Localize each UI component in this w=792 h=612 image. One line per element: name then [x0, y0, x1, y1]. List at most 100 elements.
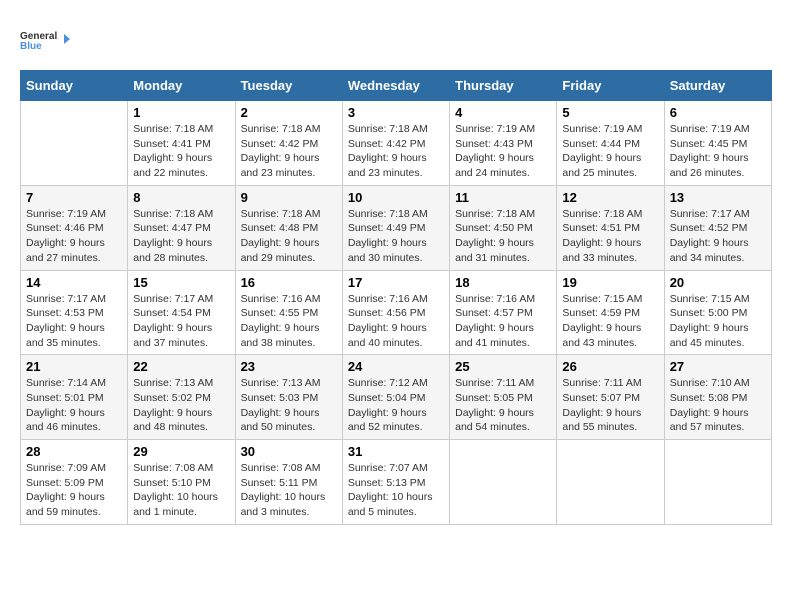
col-header-monday: Monday: [128, 71, 235, 101]
day-info: Sunrise: 7:11 AMSunset: 5:07 PMDaylight:…: [562, 376, 658, 435]
calendar-week-row: 1 Sunrise: 7:18 AMSunset: 4:41 PMDaylight…: [21, 101, 772, 186]
svg-text:General: General: [20, 31, 57, 42]
col-header-wednesday: Wednesday: [342, 71, 449, 101]
day-number: 9: [241, 190, 337, 205]
calendar-week-row: 7 Sunrise: 7:19 AMSunset: 4:46 PMDaylight…: [21, 185, 772, 270]
day-info: Sunrise: 7:15 AMSunset: 5:00 PMDaylight:…: [670, 292, 766, 351]
calendar-cell: 31Sunrise: 7:07 AMSunset: 5:13 PMDayligh…: [342, 440, 449, 525]
day-number: 15: [133, 275, 229, 290]
calendar-cell: [450, 440, 557, 525]
day-number: 25: [455, 359, 551, 374]
day-number: 5: [562, 105, 658, 120]
col-header-sunday: Sunday: [21, 71, 128, 101]
day-info: Sunrise: 7:16 AMSunset: 4:55 PMDaylight:…: [241, 292, 337, 351]
calendar-cell: 14Sunrise: 7:17 AMSunset: 4:53 PMDayligh…: [21, 270, 128, 355]
day-number: 26: [562, 359, 658, 374]
day-info: Sunrise: 7:18 AMSunset: 4:48 PMDaylight:…: [241, 207, 337, 266]
logo: General Blue: [20, 20, 70, 60]
calendar-cell: 6Sunrise: 7:19 AMSunset: 4:45 PMDaylight…: [664, 101, 771, 186]
calendar-week-row: 28Sunrise: 7:09 AMSunset: 5:09 PMDayligh…: [21, 440, 772, 525]
calendar-cell: 18Sunrise: 7:16 AMSunset: 4:57 PMDayligh…: [450, 270, 557, 355]
day-number: 3: [348, 105, 444, 120]
day-info: Sunrise: 7:15 AMSunset: 4:59 PMDaylight:…: [562, 292, 658, 351]
day-number: 22: [133, 359, 229, 374]
calendar-cell: 15 Sunrise: 7:17 AMSunset: 4:54 PMDayligh…: [128, 270, 235, 355]
calendar-cell: 5 Sunrise: 7:19 AMSunset: 4:44 PMDaylight…: [557, 101, 664, 186]
calendar-week-row: 21 Sunrise: 7:14 AMSunset: 5:01 PMDayligh…: [21, 355, 772, 440]
day-number: 24: [348, 359, 444, 374]
day-info: Sunrise: 7:17 AMSunset: 4:53 PMDaylight:…: [26, 292, 122, 351]
calendar-header-row: SundayMondayTuesdayWednesdayThursdayFrid…: [21, 71, 772, 101]
day-info: Sunrise: 7:18 AMSunset: 4:42 PMDaylight:…: [241, 122, 337, 181]
calendar-cell: 26 Sunrise: 7:11 AMSunset: 5:07 PMDayligh…: [557, 355, 664, 440]
calendar-cell: 4 Sunrise: 7:19 AMSunset: 4:43 PMDaylight…: [450, 101, 557, 186]
day-number: 19: [562, 275, 658, 290]
col-header-tuesday: Tuesday: [235, 71, 342, 101]
calendar-cell: 23Sunrise: 7:13 AMSunset: 5:03 PMDayligh…: [235, 355, 342, 440]
day-info: Sunrise: 7:14 AMSunset: 5:01 PMDaylight:…: [26, 376, 122, 435]
page-header: General Blue: [20, 20, 772, 60]
calendar-cell: 20Sunrise: 7:15 AMSunset: 5:00 PMDayligh…: [664, 270, 771, 355]
day-number: 18: [455, 275, 551, 290]
day-info: Sunrise: 7:18 AMSunset: 4:49 PMDaylight:…: [348, 207, 444, 266]
day-info: Sunrise: 7:19 AMSunset: 4:44 PMDaylight:…: [562, 122, 658, 181]
day-info: Sunrise: 7:16 AMSunset: 4:56 PMDaylight:…: [348, 292, 444, 351]
calendar-cell: 19 Sunrise: 7:15 AMSunset: 4:59 PMDayligh…: [557, 270, 664, 355]
calendar-cell: 9 Sunrise: 7:18 AMSunset: 4:48 PMDaylight…: [235, 185, 342, 270]
calendar-table: SundayMondayTuesdayWednesdayThursdayFrid…: [20, 70, 772, 525]
day-number: 29: [133, 444, 229, 459]
day-number: 2: [241, 105, 337, 120]
day-number: 21: [26, 359, 122, 374]
day-info: Sunrise: 7:18 AMSunset: 4:42 PMDaylight:…: [348, 122, 444, 181]
day-info: Sunrise: 7:19 AMSunset: 4:46 PMDaylight:…: [26, 207, 122, 266]
calendar-cell: 22 Sunrise: 7:13 AMSunset: 5:02 PMDayligh…: [128, 355, 235, 440]
logo-svg: General Blue: [20, 20, 70, 60]
calendar-cell: [664, 440, 771, 525]
calendar-week-row: 14Sunrise: 7:17 AMSunset: 4:53 PMDayligh…: [21, 270, 772, 355]
day-number: 17: [348, 275, 444, 290]
day-number: 10: [348, 190, 444, 205]
day-number: 28: [26, 444, 122, 459]
calendar-cell: 10 Sunrise: 7:18 AMSunset: 4:49 PMDayligh…: [342, 185, 449, 270]
calendar-cell: 1 Sunrise: 7:18 AMSunset: 4:41 PMDaylight…: [128, 101, 235, 186]
day-number: 8: [133, 190, 229, 205]
day-info: Sunrise: 7:18 AMSunset: 4:41 PMDaylight:…: [133, 122, 229, 181]
calendar-cell: 25 Sunrise: 7:11 AMSunset: 5:05 PMDayligh…: [450, 355, 557, 440]
calendar-cell: 7 Sunrise: 7:19 AMSunset: 4:46 PMDaylight…: [21, 185, 128, 270]
calendar-cell: 21 Sunrise: 7:14 AMSunset: 5:01 PMDayligh…: [21, 355, 128, 440]
day-info: Sunrise: 7:19 AMSunset: 4:43 PMDaylight:…: [455, 122, 551, 181]
calendar-cell: [21, 101, 128, 186]
calendar-cell: 8 Sunrise: 7:18 AMSunset: 4:47 PMDaylight…: [128, 185, 235, 270]
calendar-cell: 27Sunrise: 7:10 AMSunset: 5:08 PMDayligh…: [664, 355, 771, 440]
day-info: Sunrise: 7:18 AMSunset: 4:51 PMDaylight:…: [562, 207, 658, 266]
day-number: 4: [455, 105, 551, 120]
day-info: Sunrise: 7:13 AMSunset: 5:02 PMDaylight:…: [133, 376, 229, 435]
day-info: Sunrise: 7:10 AMSunset: 5:08 PMDaylight:…: [670, 376, 766, 435]
col-header-friday: Friday: [557, 71, 664, 101]
calendar-cell: 28Sunrise: 7:09 AMSunset: 5:09 PMDayligh…: [21, 440, 128, 525]
calendar-cell: 29 Sunrise: 7:08 AMSunset: 5:10 PMDayligh…: [128, 440, 235, 525]
day-number: 23: [241, 359, 337, 374]
day-number: 12: [562, 190, 658, 205]
col-header-saturday: Saturday: [664, 71, 771, 101]
day-info: Sunrise: 7:12 AMSunset: 5:04 PMDaylight:…: [348, 376, 444, 435]
calendar-cell: 2 Sunrise: 7:18 AMSunset: 4:42 PMDaylight…: [235, 101, 342, 186]
day-info: Sunrise: 7:17 AMSunset: 4:54 PMDaylight:…: [133, 292, 229, 351]
day-info: Sunrise: 7:08 AMSunset: 5:10 PMDaylight:…: [133, 461, 229, 520]
day-number: 7: [26, 190, 122, 205]
day-info: Sunrise: 7:07 AMSunset: 5:13 PMDaylight:…: [348, 461, 444, 520]
day-info: Sunrise: 7:11 AMSunset: 5:05 PMDaylight:…: [455, 376, 551, 435]
day-info: Sunrise: 7:18 AMSunset: 4:50 PMDaylight:…: [455, 207, 551, 266]
calendar-cell: 12 Sunrise: 7:18 AMSunset: 4:51 PMDayligh…: [557, 185, 664, 270]
day-info: Sunrise: 7:18 AMSunset: 4:47 PMDaylight:…: [133, 207, 229, 266]
calendar-cell: 16 Sunrise: 7:16 AMSunset: 4:55 PMDayligh…: [235, 270, 342, 355]
calendar-cell: 30Sunrise: 7:08 AMSunset: 5:11 PMDayligh…: [235, 440, 342, 525]
day-number: 1: [133, 105, 229, 120]
calendar-cell: [557, 440, 664, 525]
day-info: Sunrise: 7:08 AMSunset: 5:11 PMDaylight:…: [241, 461, 337, 520]
day-number: 11: [455, 190, 551, 205]
svg-text:Blue: Blue: [20, 41, 42, 52]
calendar-cell: 3 Sunrise: 7:18 AMSunset: 4:42 PMDaylight…: [342, 101, 449, 186]
day-info: Sunrise: 7:17 AMSunset: 4:52 PMDaylight:…: [670, 207, 766, 266]
day-number: 16: [241, 275, 337, 290]
